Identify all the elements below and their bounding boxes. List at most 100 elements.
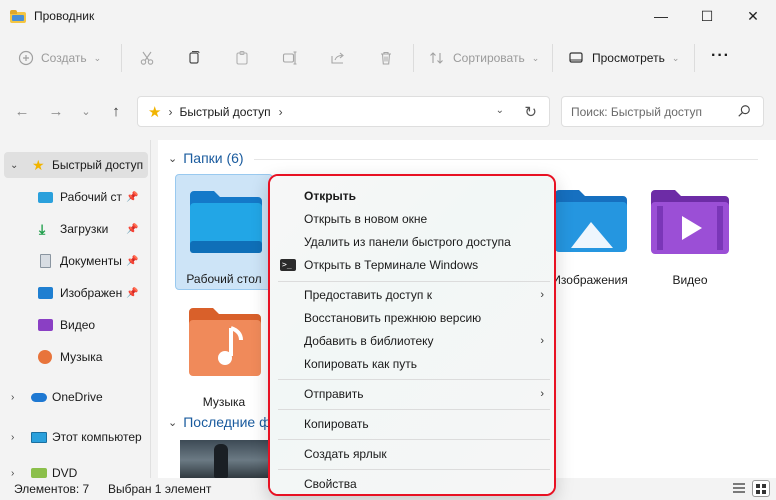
folder-tile-desktop[interactable]: Рабочий стол — [175, 174, 273, 290]
menu-item-copy[interactable]: Копировать — [270, 413, 554, 435]
copy-icon[interactable] — [186, 50, 202, 66]
menu-separator — [278, 439, 550, 440]
toolbar-divider — [552, 44, 553, 72]
chevron-down-icon[interactable]: ⌄ — [496, 105, 504, 116]
tiles-view-icon[interactable] — [752, 480, 770, 497]
tile-label: Музыка — [202, 395, 246, 409]
sort-button[interactable]: Сортировать ⌄ — [429, 42, 539, 74]
star-icon: ★ — [32, 156, 45, 173]
star-icon: ★ — [148, 103, 162, 121]
address-bar[interactable]: ★ › Быстрый доступ › ⌄ ↻ — [137, 96, 550, 127]
search-placeholder: Поиск: Быстрый доступ — [571, 104, 703, 119]
sidebar-item-this-pc[interactable]: › Этот компьютер — [0, 424, 150, 450]
recent-file-thumbnail[interactable] — [180, 440, 270, 478]
music-folder-icon — [189, 308, 261, 376]
toolbar-divider — [694, 44, 695, 72]
chevron-right-icon[interactable]: › — [279, 105, 283, 119]
view-icon — [568, 50, 584, 66]
sidebar-item-dvd[interactable]: › DVD — [0, 460, 150, 478]
chevron-right-icon: › — [168, 104, 173, 119]
plus-circle-icon — [18, 50, 34, 66]
folder-tile-music[interactable]: Музыка — [175, 296, 273, 412]
pane-divider — [150, 140, 151, 478]
menu-item-create-shortcut[interactable]: Создать ярлык — [270, 443, 554, 465]
back-button[interactable]: ← — [11, 101, 33, 121]
sidebar-item-video[interactable]: Видео — [0, 312, 150, 338]
more-options-button[interactable]: ··· — [711, 47, 730, 65]
sidebar-item-desktop[interactable]: Рабочий стол 📌 — [0, 184, 150, 210]
sidebar-item-onedrive[interactable]: › OneDrive — [0, 384, 150, 410]
breadcrumb-quick-access[interactable]: Быстрый доступ — [179, 105, 270, 119]
video-icon — [38, 319, 53, 331]
rename-icon[interactable] — [282, 50, 298, 66]
folder-tile-video[interactable]: Видео — [641, 174, 739, 290]
window-title: Проводник — [34, 9, 95, 23]
chevron-down-icon[interactable]: ⌄ — [168, 416, 177, 429]
onedrive-icon — [31, 392, 47, 402]
menu-item-send-to[interactable]: Отправить › — [270, 383, 554, 405]
chevron-right-icon[interactable]: › — [11, 468, 14, 479]
desktop-icon — [38, 191, 53, 203]
share-icon[interactable] — [330, 50, 346, 66]
item-count: Элементов: 7 — [14, 482, 90, 496]
chevron-right-icon: › — [540, 335, 544, 347]
pin-icon: 📌 — [126, 255, 139, 267]
music-icon — [38, 350, 52, 364]
download-icon: ⤓ — [39, 220, 46, 237]
search-icon — [737, 104, 751, 121]
chevron-down-icon[interactable]: ⌄ — [168, 152, 177, 165]
section-divider — [254, 159, 758, 160]
menu-item-open[interactable]: Открыть — [270, 185, 554, 207]
sidebar-item-documents[interactable]: Документы 📌 — [0, 248, 150, 274]
delete-icon[interactable] — [378, 50, 394, 66]
chevron-right-icon: › — [540, 289, 544, 301]
refresh-icon[interactable]: ↻ — [524, 103, 537, 121]
cut-icon[interactable] — [139, 50, 155, 66]
search-input[interactable]: Поиск: Быстрый доступ — [561, 96, 764, 127]
command-bar: Создать ⌄ Сортировать ⌄ Просмотреть ⌄ ··… — [0, 36, 776, 80]
sidebar-item-label: Загрузки — [60, 222, 109, 236]
sidebar-item-label: Рабочий стол — [60, 190, 122, 204]
menu-item-open-terminal[interactable]: >_ Открыть в Терминале Windows — [270, 254, 554, 276]
sidebar-item-downloads[interactable]: ⤓ Загрузки 📌 — [0, 216, 150, 242]
menu-separator — [278, 379, 550, 380]
vertical-scrollbar[interactable] — [762, 144, 766, 474]
close-button[interactable]: ✕ — [730, 0, 776, 32]
sidebar-item-quick-access[interactable]: ⌄ ★ Быстрый доступ — [4, 152, 148, 178]
menu-separator — [278, 469, 550, 470]
recent-locations-button[interactable]: ⌄ — [75, 101, 97, 121]
navigation-pane: ⌄ ★ Быстрый доступ Рабочий стол 📌 ⤓ Загр… — [0, 140, 150, 478]
up-button[interactable]: ↑ — [105, 101, 127, 121]
create-button[interactable]: Создать ⌄ — [18, 42, 101, 74]
forward-button[interactable]: → — [45, 101, 67, 121]
pin-icon: 📌 — [126, 191, 139, 203]
folders-section-header[interactable]: ⌄ Папки (6) — [168, 150, 244, 166]
paste-icon[interactable] — [234, 50, 250, 66]
menu-item-properties[interactable]: Свойства — [270, 473, 554, 494]
chevron-right-icon[interactable]: › — [11, 432, 14, 443]
title-bar: Проводник — ☐ ✕ — [0, 0, 776, 32]
sidebar-item-label: Быстрый доступ — [52, 158, 144, 172]
terminal-icon: >_ — [280, 259, 296, 271]
chevron-down-icon[interactable]: ⌄ — [10, 160, 18, 171]
menu-item-copy-as-path[interactable]: Копировать как путь — [270, 353, 554, 375]
computer-icon — [31, 431, 47, 443]
menu-item-unpin-quick-access[interactable]: Удалить из панели быстрого доступа — [270, 231, 554, 253]
sort-icon — [429, 50, 445, 66]
toolbar-divider — [413, 44, 414, 72]
file-explorer-icon — [10, 9, 26, 23]
menu-item-open-new-window[interactable]: Открыть в новом окне — [270, 208, 554, 230]
menu-item-restore-previous[interactable]: Восстановить прежнюю версию — [270, 307, 554, 329]
details-view-icon[interactable] — [732, 481, 746, 498]
sidebar-item-music[interactable]: Музыка — [0, 344, 150, 370]
menu-item-give-access[interactable]: Предоставить доступ к › — [270, 284, 554, 306]
sidebar-item-pictures[interactable]: Изображения 📌 — [0, 280, 150, 306]
menu-item-include-in-library[interactable]: Добавить в библиотеку › — [270, 330, 554, 352]
maximize-button[interactable]: ☐ — [684, 0, 730, 32]
sidebar-item-label: DVD — [52, 466, 78, 478]
view-label: Просмотреть — [592, 51, 665, 65]
chevron-right-icon: › — [540, 388, 544, 400]
minimize-button[interactable]: — — [638, 0, 684, 32]
view-button[interactable]: Просмотреть ⌄ — [568, 42, 679, 74]
chevron-right-icon[interactable]: › — [11, 392, 14, 403]
